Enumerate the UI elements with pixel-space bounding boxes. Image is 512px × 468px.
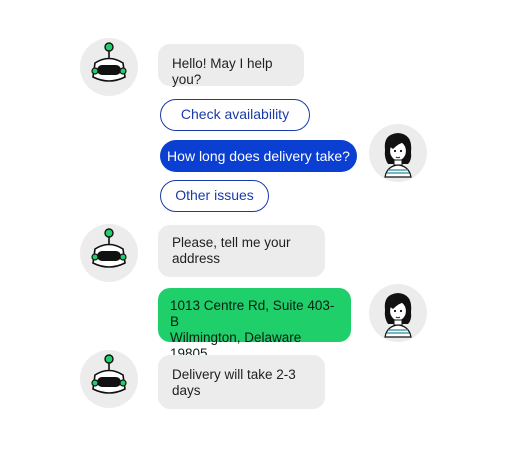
address-line-1: 1013 Centre Rd, Suite 403-B (170, 298, 335, 329)
bot-avatar (80, 350, 138, 408)
user-avatar (369, 124, 427, 182)
greeting-text: Hello! May I help you? (172, 56, 273, 87)
option-delivery-time-selected[interactable]: How long does delivery take? (160, 140, 357, 172)
option-check-availability[interactable]: Check availability (160, 99, 310, 131)
robot-icon (91, 354, 127, 394)
woman-portrait-icon (384, 133, 412, 178)
bot-message-address-prompt: Please, tell me your address (158, 225, 325, 277)
bot-message-delivery-time: Delivery will take 2-3 days (158, 355, 325, 409)
address-prompt-line-1: Please, tell me your (172, 235, 291, 250)
bot-message-greeting: Hello! May I help you? (158, 44, 304, 87)
address-prompt-line-2: address (172, 251, 221, 266)
bot-avatar (80, 38, 138, 96)
user-message-address: 1013 Centre Rd, Suite 403-B Wilmington, … (158, 288, 351, 361)
bot-avatar (80, 224, 138, 282)
robot-icon (91, 42, 127, 82)
option-other-issues[interactable]: Other issues (160, 180, 269, 212)
delivery-line-2: days (172, 383, 201, 398)
woman-portrait-icon (384, 293, 412, 338)
delivery-line-1: Delivery will take 2-3 (172, 367, 296, 382)
user-avatar (369, 284, 427, 342)
robot-icon (91, 228, 127, 268)
